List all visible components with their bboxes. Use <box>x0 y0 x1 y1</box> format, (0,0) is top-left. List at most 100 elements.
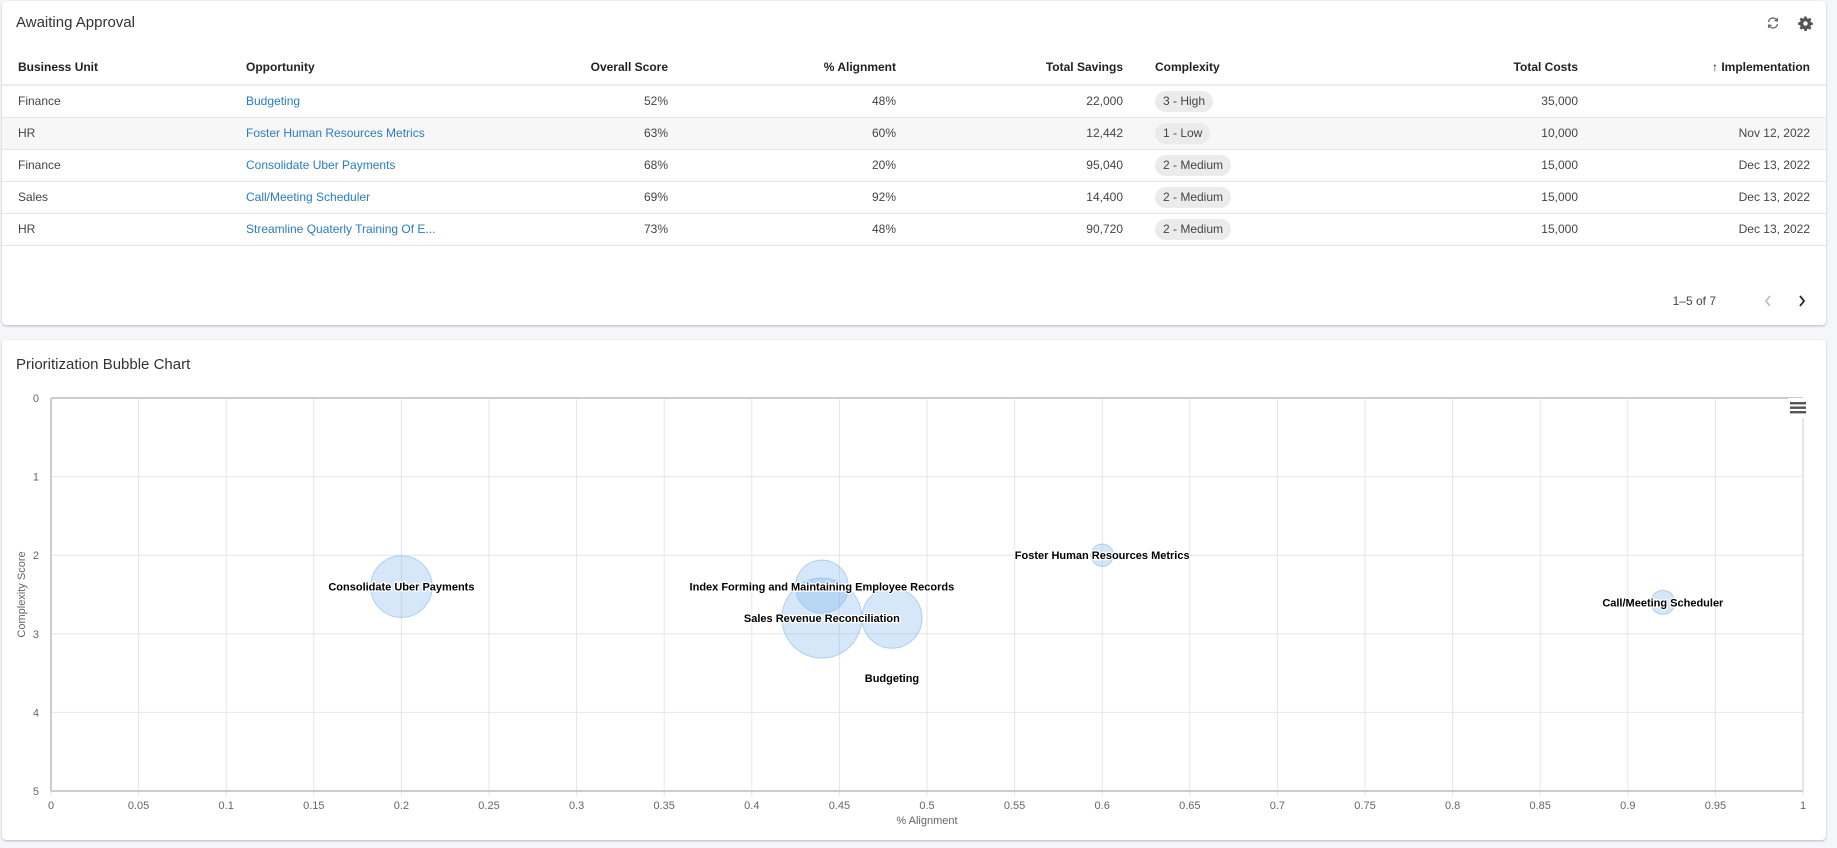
cell-opportunity: Streamline Quaterly Training Of E... <box>230 213 560 246</box>
cell-opportunity: Consolidate Uber Payments <box>230 149 560 182</box>
cell-alignment: 48% <box>684 213 912 246</box>
opportunity-link[interactable]: Consolidate Uber Payments <box>246 158 395 172</box>
bubble-label: Call/Meeting Scheduler <box>1602 597 1724 609</box>
cell-business-unit: HR <box>2 117 230 150</box>
pagination: 1–5 of 7 <box>1673 291 1814 311</box>
x-tick-label: 0.95 <box>1705 800 1726 812</box>
x-tick-label: 0.3 <box>569 800 584 812</box>
x-tick-label: 0.85 <box>1529 800 1550 812</box>
x-tick-label: 1 <box>1800 800 1806 812</box>
cell-opportunity: Call/Meeting Scheduler <box>230 181 560 214</box>
cell-complexity: 2 - Medium <box>1139 149 1289 182</box>
x-tick-label: 0.55 <box>1004 800 1025 812</box>
table-header-row: Business Unit Opportunity Overall Score … <box>2 50 1826 86</box>
col-implementation[interactable]: ↑ Implementation <box>1594 50 1826 86</box>
col-total-costs[interactable]: Total Costs <box>1289 50 1594 86</box>
complexity-badge: 2 - Medium <box>1155 218 1232 240</box>
opportunity-link[interactable]: Call/Meeting Scheduler <box>246 190 370 204</box>
complexity-badge: 2 - Medium <box>1155 186 1232 208</box>
x-tick-label: 0.9 <box>1620 800 1635 812</box>
cell-overall-score: 69% <box>560 181 684 214</box>
col-opportunity[interactable]: Opportunity <box>230 50 560 86</box>
y-tick-label: 0 <box>33 393 39 405</box>
hamburger-menu-icon <box>1790 402 1806 414</box>
prev-page-button[interactable] <box>1756 291 1780 311</box>
cell-total-savings: 14,400 <box>912 181 1139 214</box>
cell-total-savings: 95,040 <box>912 149 1139 182</box>
x-tick-label: 0.25 <box>478 800 499 812</box>
refresh-icon[interactable] <box>1764 14 1782 32</box>
opportunity-link[interactable]: Budgeting <box>246 94 300 108</box>
col-complexity[interactable]: Complexity <box>1139 50 1289 86</box>
complexity-badge: 2 - Medium <box>1155 154 1232 176</box>
cell-total-costs: 10,000 <box>1289 117 1594 150</box>
table-row[interactable]: Sales Call/Meeting Scheduler 69% 92% 14,400 2… <box>2 181 1826 214</box>
x-tick-label: 0.7 <box>1270 800 1285 812</box>
cell-implementation <box>1594 85 1826 118</box>
col-business-unit[interactable]: Business Unit <box>2 50 230 86</box>
y-axis-title: Complexity Score <box>16 551 28 637</box>
y-tick-label: 3 <box>33 629 39 641</box>
chevron-right-icon <box>1799 295 1806 307</box>
cell-total-costs: 15,000 <box>1289 149 1594 182</box>
x-tick-label: 0.45 <box>829 800 850 812</box>
cell-complexity: 1 - Low <box>1139 117 1289 150</box>
bubble-label: Foster Human Resources Metrics <box>1015 550 1190 562</box>
table-row[interactable]: HR Foster Human Resources Metrics 63% 60% 12… <box>2 117 1826 150</box>
bubble-label: Consolidate Uber Payments <box>328 582 474 594</box>
table-row[interactable]: Finance Consolidate Uber Payments 68% 20% 95… <box>2 149 1826 182</box>
col-implementation-label: Implementation <box>1721 60 1810 74</box>
cell-alignment: 48% <box>684 85 912 118</box>
gear-icon[interactable] <box>1796 14 1814 32</box>
table-row[interactable]: HR Streamline Quaterly Training Of E... 73… <box>2 213 1826 246</box>
y-tick-label: 4 <box>33 707 39 719</box>
x-tick-label: 0.05 <box>128 800 149 812</box>
cell-business-unit: Finance <box>2 85 230 118</box>
cell-business-unit: Sales <box>2 181 230 214</box>
cell-total-savings: 90,720 <box>912 213 1139 246</box>
cell-business-unit: HR <box>2 213 230 246</box>
x-axis-title: % Alignment <box>896 815 957 827</box>
x-tick-label: 0.5 <box>919 800 934 812</box>
col-alignment[interactable]: % Alignment <box>684 50 912 86</box>
cell-implementation: Dec 13, 2022 <box>1594 213 1826 246</box>
col-overall-score[interactable]: Overall Score <box>560 50 684 86</box>
cell-total-savings: 12,442 <box>912 117 1139 150</box>
bubble-label: Sales Revenue Reconciliation <box>744 613 900 625</box>
table-row[interactable]: Finance Budgeting 52% 48% 22,000 3 - High 35,0… <box>2 85 1826 118</box>
x-tick-label: 0.75 <box>1354 800 1375 812</box>
bubble-label: Budgeting <box>865 673 919 685</box>
chevron-left-icon <box>1764 295 1771 307</box>
cell-total-savings: 22,000 <box>912 85 1139 118</box>
x-tick-label: 0.35 <box>653 800 674 812</box>
x-tick-label: 0.1 <box>219 800 234 812</box>
bubble-label: Index Forming and Maintaining Employee R… <box>690 582 955 594</box>
next-page-button[interactable] <box>1790 291 1814 311</box>
awaiting-approval-title: Awaiting Approval <box>16 14 135 31</box>
cell-opportunity: Foster Human Resources Metrics <box>230 117 560 150</box>
complexity-badge: 3 - High <box>1155 90 1214 112</box>
y-tick-label: 1 <box>33 472 39 484</box>
pagination-count: 1–5 of 7 <box>1672 294 1716 308</box>
x-tick-label: 0.65 <box>1179 800 1200 812</box>
approval-table: Business Unit Opportunity Overall Score … <box>2 50 1826 246</box>
x-tick-label: 0 <box>48 800 54 812</box>
bubble-chart-card: Prioritization Bubble Chart Consolidate … <box>2 340 1826 840</box>
x-tick-label: 0.4 <box>744 800 759 812</box>
cell-implementation: Dec 13, 2022 <box>1594 181 1826 214</box>
bubble-chart: Consolidate Uber Payments Index Forming a… <box>16 393 1808 827</box>
cell-opportunity: Budgeting <box>230 85 560 118</box>
complexity-badge: 1 - Low <box>1155 122 1211 144</box>
cell-alignment: 20% <box>684 149 912 182</box>
cell-overall-score: 52% <box>560 85 684 118</box>
opportunity-link[interactable]: Streamline Quaterly Training Of E... <box>246 222 435 236</box>
chart-menu-button[interactable] <box>1788 398 1808 418</box>
awaiting-approval-card: Awaiting Approval Business Unit Opportun… <box>2 1 1826 325</box>
col-total-savings[interactable]: Total Savings <box>912 50 1139 86</box>
cell-alignment: 92% <box>684 181 912 214</box>
opportunity-link[interactable]: Foster Human Resources Metrics <box>246 126 425 140</box>
cell-business-unit: Finance <box>2 149 230 182</box>
y-tick-label: 5 <box>33 786 39 798</box>
cell-complexity: 3 - High <box>1139 85 1289 118</box>
cell-overall-score: 63% <box>560 117 684 150</box>
